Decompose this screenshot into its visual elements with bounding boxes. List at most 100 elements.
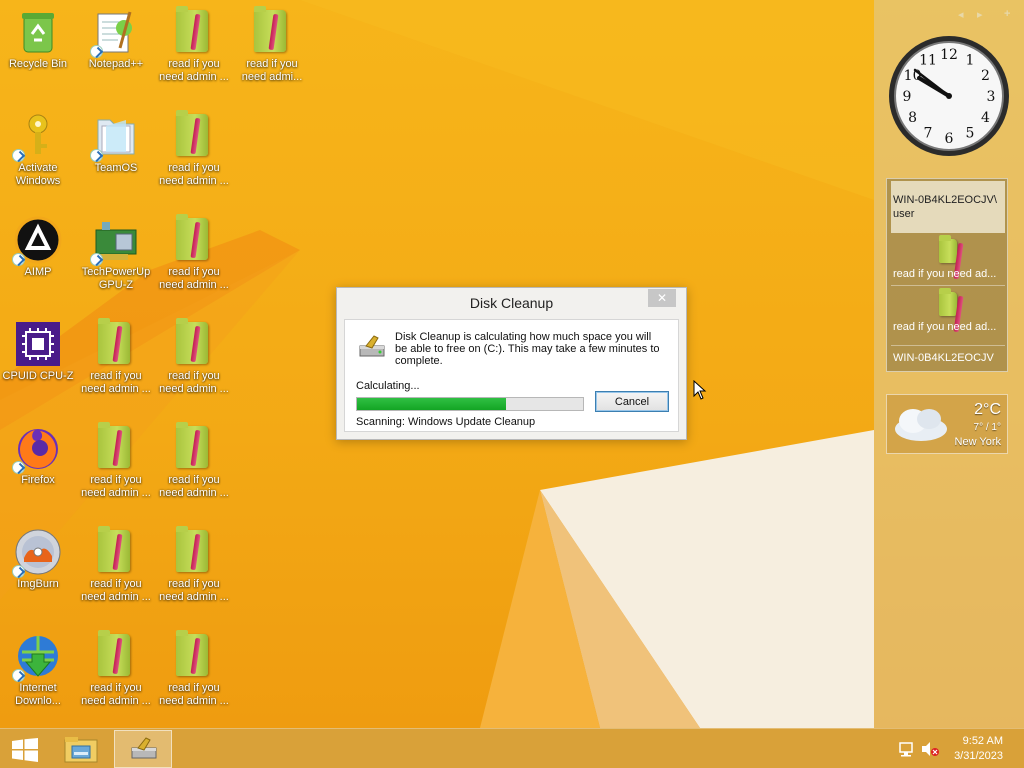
desktop-icon-label: ImgBurn xyxy=(17,578,59,590)
desktop-icon-activate-windows[interactable]: Activate Windows xyxy=(0,106,76,202)
imgburn-disc-icon xyxy=(12,528,62,578)
green-folder-icon xyxy=(170,422,218,472)
clock-numeral: 9 xyxy=(903,89,912,105)
shortcut-arrow-icon xyxy=(12,669,25,682)
desktop-icon-readme[interactable]: read if you need admin ... xyxy=(78,626,154,722)
dialog-title: Disk Cleanup xyxy=(469,295,554,311)
green-folder-icon xyxy=(92,630,140,680)
desktop-icon-readme[interactable]: read if you need admin ... xyxy=(78,418,154,514)
system-clock[interactable]: 9:52 AM 3/31/2023 xyxy=(933,734,1003,764)
green-folder-icon xyxy=(248,6,296,56)
desktop-icon-notepad-plus-plus[interactable]: Notepad++ xyxy=(78,2,154,98)
network-icon[interactable] xyxy=(898,741,914,757)
taskbar-file-explorer-button[interactable] xyxy=(52,730,109,768)
feed-item[interactable]: read if you need ad... xyxy=(891,285,1005,337)
desktop-icon-label: read if you need admin ... xyxy=(81,370,151,395)
desktop-icon-readme[interactable]: read if you need admin ... xyxy=(78,522,154,618)
desktop-icon-readme[interactable]: read if you need admin ... xyxy=(156,522,232,618)
firefox-icon xyxy=(12,424,62,474)
desktop-icon-readme[interactable]: read if you need admin ... xyxy=(156,626,232,722)
desktop: Recycle Bin Activate Windows AIMP CPUID … xyxy=(0,0,1024,728)
desktop-icon-imgburn[interactable]: ImgBurn xyxy=(0,522,76,618)
green-folder-icon xyxy=(170,526,218,576)
system-time: 9:52 AM xyxy=(962,735,1003,747)
desktop-icon-label: read if you need admi... xyxy=(241,58,303,83)
disk-cleanup-icon xyxy=(131,737,157,759)
desktop-icon-label: Recycle Bin xyxy=(8,58,68,70)
clock-numeral: 6 xyxy=(945,131,954,147)
sidebar-next-button[interactable]: ▸ xyxy=(977,8,983,21)
green-folder-icon xyxy=(170,110,218,160)
clock-numeral: 12 xyxy=(940,47,958,63)
desktop-icon-teamos[interactable]: TeamOS xyxy=(78,106,154,202)
recycle-bin-icon xyxy=(14,8,62,56)
shortcut-arrow-icon xyxy=(90,253,103,266)
clock-numeral: 8 xyxy=(908,110,917,126)
desktop-icon-firefox[interactable]: Firefox xyxy=(0,418,76,514)
desktop-icon-label: read if you need admin ... xyxy=(81,682,151,707)
desktop-icon-label: read if you need admin ... xyxy=(159,370,229,395)
start-button[interactable] xyxy=(6,730,44,768)
desktop-icon-readme[interactable]: read if you need admin ... xyxy=(78,314,154,410)
desktop-icon-readme[interactable]: read if you need admin ... xyxy=(156,314,232,410)
feed-item[interactable]: WIN-0B4KL2EOCJV xyxy=(891,345,1005,369)
weather-city: New York xyxy=(954,436,1001,448)
disk-cleanup-dialog: Disk Cleanup ✕ Disk Cleanup is calculati… xyxy=(336,287,687,440)
desktop-icon-recycle-bin[interactable]: Recycle Bin xyxy=(0,2,76,98)
close-button[interactable]: ✕ xyxy=(648,289,676,307)
cancel-button[interactable]: Cancel xyxy=(595,391,669,412)
green-folder-icon xyxy=(170,630,218,680)
system-date: 3/31/2023 xyxy=(954,750,1003,762)
clock-numeral: 4 xyxy=(981,110,990,126)
disk-cleanup-icon xyxy=(359,335,385,357)
green-folder-icon xyxy=(170,6,218,56)
taskbar-disk-cleanup-button[interactable] xyxy=(114,730,172,768)
sidebar-prev-button[interactable]: ◂ xyxy=(958,8,964,21)
desktop-icon-readme[interactable]: read if you need admi... xyxy=(234,2,310,98)
green-folder-icon xyxy=(92,526,140,576)
desktop-icon-readme[interactable]: read if you need admin ... xyxy=(156,418,232,514)
windows-logo-icon xyxy=(12,738,38,762)
desktop-icon-label: TechPowerUp GPU-Z xyxy=(81,266,151,291)
desktop-icon-readme[interactable]: read if you need admin ... xyxy=(156,2,232,98)
sidebar-add-gadget-button[interactable]: + xyxy=(1004,8,1010,20)
desktop-icon-label: read if you need admin ... xyxy=(159,474,229,499)
scanning-status: Scanning: Windows Update Cleanup xyxy=(356,416,536,428)
desktop-icon-label: CPUID CPU-Z xyxy=(2,370,74,382)
file-explorer-icon xyxy=(64,737,98,763)
desktop-icon-label: Activate Windows xyxy=(15,162,61,187)
desktop-icon-label: read if you need admin ... xyxy=(159,578,229,603)
clock-numeral: 10 xyxy=(904,68,922,84)
desktop-icon-aimp[interactable]: AIMP xyxy=(0,210,76,306)
desktop-icon-readme[interactable]: read if you need admin ... xyxy=(156,106,232,202)
green-folder-icon xyxy=(92,422,140,472)
clock-numeral: 2 xyxy=(981,68,990,84)
shortcut-arrow-icon xyxy=(90,149,103,162)
feed-item[interactable]: read if you need ad... xyxy=(891,233,1005,285)
desktop-icon-readme[interactable]: read if you need admin ... xyxy=(156,210,232,306)
feed-item-label: read if you need ad... xyxy=(893,321,997,333)
feed-headlines-gadget[interactable]: WIN-0B4KL2EOCJV\ user read if you need a… xyxy=(886,178,1008,372)
weather-temperature: 2°C xyxy=(974,401,1001,418)
mouse-pointer-icon xyxy=(693,380,707,400)
desktop-icon-label: read if you need admin ... xyxy=(159,682,229,707)
calculating-status: Calculating... xyxy=(356,380,420,392)
desktop-icon-label: Firefox xyxy=(21,474,55,486)
feed-item-selected[interactable]: WIN-0B4KL2EOCJV\ user xyxy=(891,181,1005,233)
notepad-plus-plus-icon xyxy=(90,8,140,58)
shortcut-arrow-icon xyxy=(12,149,25,162)
desktop-icon-label: read if you need admin ... xyxy=(159,266,229,291)
desktop-icon-label: read if you need admin ... xyxy=(159,162,229,187)
desktop-icon-cpu-z[interactable]: CPUID CPU-Z xyxy=(0,314,76,410)
desktop-icon-internet-download-manager[interactable]: Internet Downlo... xyxy=(0,626,76,722)
cloudy-icon xyxy=(895,409,947,441)
desktop-icon-gpu-z[interactable]: TechPowerUp GPU-Z xyxy=(78,210,154,306)
clock-numeral: 5 xyxy=(966,125,975,141)
desktop-icon-label: read if you need admin ... xyxy=(81,474,151,499)
shortcut-arrow-icon xyxy=(12,565,25,578)
weather-range: 7° / 1° xyxy=(973,422,1001,433)
clock-gadget[interactable]: 12 12 3 45678 9 1011 xyxy=(887,34,1011,158)
feed-item-label: read if you need ad... xyxy=(893,268,997,280)
weather-gadget[interactable]: 2°C 7° / 1° New York xyxy=(886,394,1008,454)
desktop-icon-label: Internet Downlo... xyxy=(15,682,61,707)
